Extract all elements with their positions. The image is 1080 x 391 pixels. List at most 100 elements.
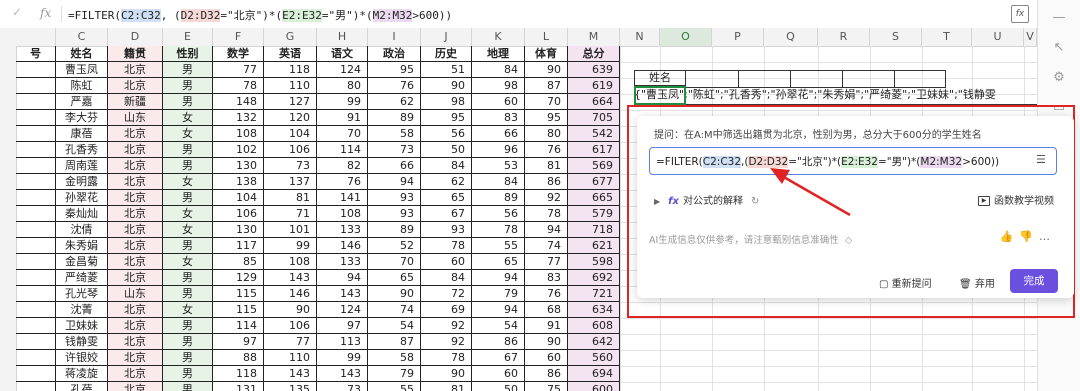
score-cell[interactable]: 90 <box>421 78 472 94</box>
hometown-cell[interactable]: 北京 <box>108 318 163 334</box>
thumbs-up-icon[interactable]: 👍 <box>1000 230 1020 243</box>
gender-cell[interactable]: 女 <box>163 174 213 190</box>
score-cell[interactable]: 130 <box>213 222 264 238</box>
score-cell[interactable]: 101 <box>264 222 317 238</box>
column-header-m[interactable]: M <box>568 28 620 46</box>
hometown-cell[interactable]: 新疆 <box>108 94 163 110</box>
score-cell[interactable]: 95 <box>368 62 421 78</box>
total-score-cell[interactable]: 664 <box>568 94 620 110</box>
score-cell[interactable]: 98 <box>421 94 472 110</box>
score-cell[interactable]: 67 <box>472 350 525 366</box>
column-header-q[interactable]: Q <box>764 28 818 46</box>
score-cell[interactable]: 76 <box>317 174 368 190</box>
column-header-j[interactable]: J <box>421 28 472 46</box>
score-cell[interactable]: 110 <box>264 350 317 366</box>
score-cell[interactable]: 81 <box>421 382 472 391</box>
total-score-cell[interactable]: 569 <box>568 158 620 174</box>
score-cell[interactable]: 104 <box>213 190 264 206</box>
total-score-cell[interactable]: 617 <box>568 142 620 158</box>
formula-input[interactable]: =FILTER(C2:C32, (D2:D32="北京")*(E2:E32="男… <box>68 7 452 23</box>
score-cell[interactable]: 91 <box>525 318 568 334</box>
column-header-f[interactable]: F <box>213 28 264 46</box>
score-cell[interactable]: 73 <box>368 142 421 158</box>
name-cell[interactable]: 周南莲 <box>56 158 108 174</box>
table-header-cell[interactable]: 性别 <box>163 46 213 62</box>
score-cell[interactable]: 65 <box>472 254 525 270</box>
score-cell[interactable]: 95 <box>525 110 568 126</box>
row-stub-cell[interactable] <box>16 254 56 270</box>
score-cell[interactable]: 60 <box>421 254 472 270</box>
name-cell[interactable]: 孔光琴 <box>56 286 108 302</box>
score-cell[interactable]: 86 <box>525 174 568 190</box>
score-cell[interactable]: 83 <box>472 110 525 126</box>
formula-explanation-toggle[interactable]: ▶ fx 对公式的解释 ↻ <box>654 192 759 207</box>
row-stub-cell[interactable] <box>16 78 56 94</box>
column-header-h[interactable]: H <box>317 28 368 46</box>
name-cell[interactable]: 金昌菊 <box>56 254 108 270</box>
gender-cell[interactable]: 男 <box>163 350 213 366</box>
row-stub-cell[interactable] <box>16 302 56 318</box>
name-cell[interactable]: 沈菁 <box>56 302 108 318</box>
total-score-cell[interactable]: 619 <box>568 78 620 94</box>
score-cell[interactable]: 115 <box>213 286 264 302</box>
score-cell[interactable]: 54 <box>368 318 421 334</box>
row-stub-cell[interactable] <box>16 270 56 286</box>
score-cell[interactable]: 143 <box>264 270 317 286</box>
score-cell[interactable]: 118 <box>213 366 264 382</box>
score-cell[interactable]: 146 <box>264 286 317 302</box>
gender-cell[interactable]: 女 <box>163 254 213 270</box>
gender-cell[interactable]: 男 <box>163 94 213 110</box>
score-cell[interactable]: 51 <box>421 62 472 78</box>
table-header-cell[interactable]: 地理 <box>472 46 525 62</box>
score-cell[interactable]: 131 <box>213 382 264 391</box>
name-cell[interactable]: 金明露 <box>56 174 108 190</box>
hometown-cell[interactable]: 北京 <box>108 302 163 318</box>
score-cell[interactable]: 85 <box>213 254 264 270</box>
score-cell[interactable]: 114 <box>317 142 368 158</box>
hometown-cell[interactable]: 北京 <box>108 334 163 350</box>
score-cell[interactable]: 96 <box>472 142 525 158</box>
name-cell[interactable]: 许银姣 <box>56 350 108 366</box>
score-cell[interactable]: 106 <box>264 318 317 334</box>
row-stub-cell[interactable] <box>16 382 56 391</box>
score-cell[interactable]: 143 <box>317 286 368 302</box>
score-cell[interactable]: 70 <box>525 94 568 110</box>
score-cell[interactable]: 93 <box>421 222 472 238</box>
score-cell[interactable]: 87 <box>525 78 568 94</box>
score-cell[interactable]: 133 <box>317 254 368 270</box>
fx-icon[interactable]: fx <box>40 6 51 20</box>
score-cell[interactable]: 71 <box>264 206 317 222</box>
score-cell[interactable]: 81 <box>525 158 568 174</box>
more-icon[interactable]: … <box>1039 230 1056 243</box>
score-cell[interactable]: 78 <box>525 206 568 222</box>
column-header-t[interactable]: T <box>922 28 972 46</box>
score-cell[interactable]: 77 <box>213 62 264 78</box>
score-cell[interactable]: 108 <box>213 126 264 142</box>
gender-cell[interactable]: 男 <box>163 62 213 78</box>
hometown-cell[interactable]: 北京 <box>108 270 163 286</box>
hometown-cell[interactable]: 北京 <box>108 254 163 270</box>
hometown-cell[interactable]: 北京 <box>108 62 163 78</box>
score-cell[interactable]: 86 <box>525 366 568 382</box>
column-header-l[interactable]: L <box>525 28 568 46</box>
score-cell[interactable]: 50 <box>421 142 472 158</box>
gender-cell[interactable]: 女 <box>163 206 213 222</box>
table-header-cell[interactable]: 政治 <box>368 46 421 62</box>
score-cell[interactable]: 110 <box>264 78 317 94</box>
row-stub-cell[interactable] <box>16 206 56 222</box>
total-score-cell[interactable]: 639 <box>568 62 620 78</box>
discard-button[interactable]: 🗑 弃用 <box>959 275 995 290</box>
hometown-cell[interactable]: 北京 <box>108 366 163 382</box>
gender-cell[interactable]: 男 <box>163 286 213 302</box>
hometown-cell[interactable]: 山东 <box>108 286 163 302</box>
column-header-g[interactable]: G <box>264 28 317 46</box>
column-header-d[interactable]: D <box>108 28 163 46</box>
settings-sliders-icon[interactable]: ⚙ <box>1051 70 1067 85</box>
score-cell[interactable]: 99 <box>317 94 368 110</box>
total-score-cell[interactable]: 542 <box>568 126 620 142</box>
score-cell[interactable]: 73 <box>264 158 317 174</box>
score-cell[interactable]: 82 <box>317 158 368 174</box>
score-cell[interactable]: 84 <box>472 62 525 78</box>
cursor-icon[interactable]: ↖ <box>1051 40 1067 55</box>
row-stub-cell[interactable] <box>16 334 56 350</box>
